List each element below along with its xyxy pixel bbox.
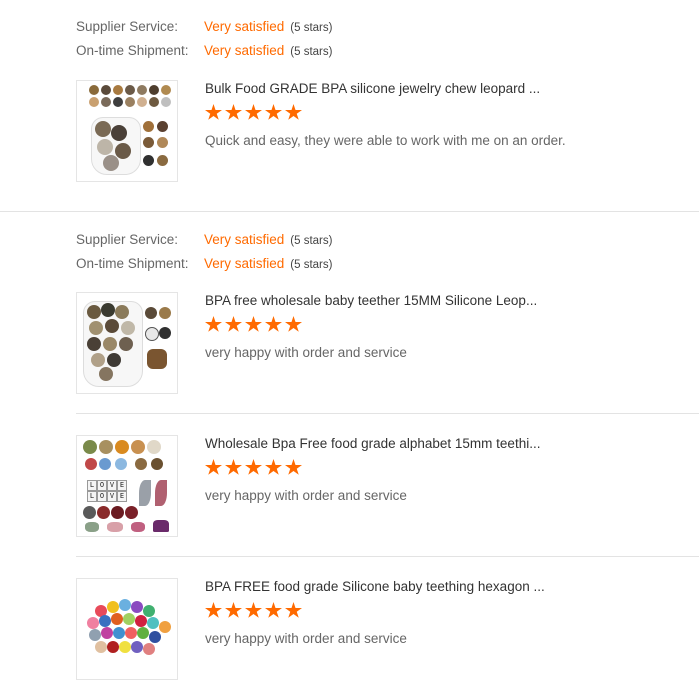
star-icon: [205, 459, 222, 475]
shipment-label: On-time Shipment:: [76, 256, 189, 271]
star-icon: [265, 316, 282, 332]
star-icon: [265, 104, 282, 120]
rating-stars: [205, 602, 302, 622]
star-icon: [225, 602, 242, 618]
star-icon: [265, 459, 282, 475]
star-icon: [205, 602, 222, 618]
letter-tile: E: [117, 480, 127, 491]
product-title-link[interactable]: Wholesale Bpa Free food grade alphabet 1…: [205, 435, 675, 453]
product-thumbnail[interactable]: L O V E L O V E: [76, 435, 178, 537]
shipment-stars: (5 stars): [290, 46, 333, 58]
product-thumbnail[interactable]: [76, 292, 178, 394]
letter-tile: V: [107, 491, 117, 502]
review-item: Bulk Food GRADE BPA silicone jewelry che…: [0, 80, 699, 184]
supplier-service-value: Very satisfied: [204, 19, 285, 34]
star-icon: [285, 316, 302, 332]
star-icon: [225, 104, 242, 120]
star-icon: [205, 316, 222, 332]
shipment-row: On-time Shipment: Very satisfied (5 stars): [76, 255, 332, 273]
star-icon: [245, 316, 262, 332]
letter-tile: E: [117, 491, 127, 502]
shipment-stars: (5 stars): [290, 259, 333, 271]
product-thumbnail[interactable]: [76, 80, 178, 182]
star-icon: [225, 459, 242, 475]
shipment-value: Very satisfied: [204, 256, 285, 271]
letter-tile: O: [97, 480, 107, 491]
star-icon: [245, 459, 262, 475]
review-item: BPA free wholesale baby teether 15MM Sil…: [0, 292, 699, 396]
divider: [0, 211, 699, 212]
letter-tile: V: [107, 480, 117, 491]
star-icon: [285, 104, 302, 120]
rating-stars: [205, 316, 302, 336]
divider: [76, 413, 699, 414]
supplier-service-row: Supplier Service: Very satisfied (5 stars): [76, 18, 332, 36]
star-icon: [205, 104, 222, 120]
review-comment: Quick and easy, they were able to work w…: [205, 133, 566, 148]
product-title-link[interactable]: Bulk Food GRADE BPA silicone jewelry che…: [205, 80, 675, 98]
star-icon: [245, 104, 262, 120]
shipment-value: Very satisfied: [204, 43, 285, 58]
product-thumbnail[interactable]: [76, 578, 178, 680]
review-comment: very happy with order and service: [205, 488, 407, 503]
review-item: BPA FREE food grade Silicone baby teethi…: [0, 578, 699, 682]
rating-stars: [205, 104, 302, 124]
review-item: L O V E L O V E Wholesale Bpa Free food …: [0, 435, 699, 539]
supplier-service-label: Supplier Service:: [76, 232, 179, 247]
product-title-link[interactable]: BPA FREE food grade Silicone baby teethi…: [205, 578, 675, 596]
star-icon: [265, 602, 282, 618]
star-icon: [225, 316, 242, 332]
letter-tile: O: [97, 491, 107, 502]
shipment-row: On-time Shipment: Very satisfied (5 stars): [76, 42, 332, 60]
star-icon: [285, 459, 302, 475]
supplier-service-value: Very satisfied: [204, 232, 285, 247]
shipment-label: On-time Shipment:: [76, 43, 189, 58]
review-comment: very happy with order and service: [205, 631, 407, 646]
star-icon: [245, 602, 262, 618]
supplier-service-stars: (5 stars): [290, 235, 333, 247]
product-title-link[interactable]: BPA free wholesale baby teether 15MM Sil…: [205, 292, 675, 310]
rating-stars: [205, 459, 302, 479]
supplier-service-label: Supplier Service:: [76, 19, 179, 34]
star-icon: [285, 602, 302, 618]
letter-tile: L: [87, 491, 97, 502]
letter-tile: L: [87, 480, 97, 491]
review-comment: very happy with order and service: [205, 345, 407, 360]
supplier-service-row: Supplier Service: Very satisfied (5 stars): [76, 231, 332, 249]
supplier-service-stars: (5 stars): [290, 22, 333, 34]
divider: [76, 556, 699, 557]
